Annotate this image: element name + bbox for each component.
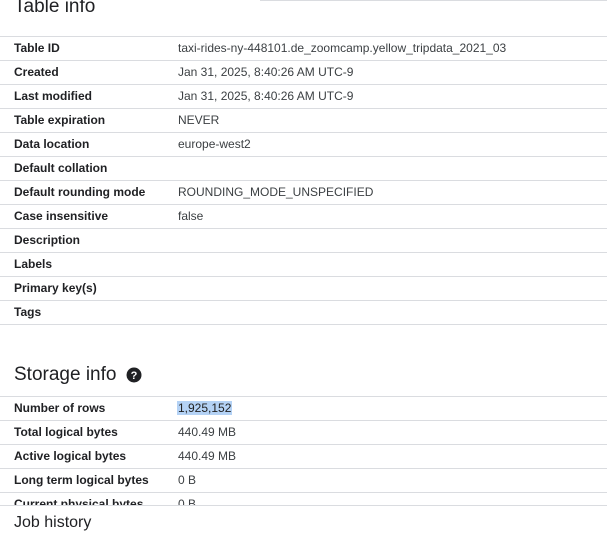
top-divider <box>260 0 607 1</box>
row-label: Default rounding mode <box>14 185 146 199</box>
row-label: Current physical bytes <box>14 497 144 505</box>
storage-info-table: Number of rows 1,925,152 Total logical byt… <box>0 396 607 505</box>
table-info-table: Table ID taxi-rides-ny-448101.de_zoomcamp… <box>0 36 607 325</box>
table-row: Default rounding mode ROUNDING_MODE_UNSPE… <box>0 180 607 204</box>
table-row: Current physical bytes 0 B <box>0 492 607 505</box>
row-label: Primary key(s) <box>14 281 97 295</box>
row-label: Created <box>14 65 59 79</box>
table-row: Active logical bytes 440.49 MB <box>0 444 607 468</box>
table-row: Data location europe-west2 <box>0 132 607 156</box>
row-label: Number of rows <box>14 401 106 415</box>
row-value: Jan 31, 2025, 8:40:26 AM UTC-9 <box>178 65 354 79</box>
row-label: Description <box>14 233 81 247</box>
row-label: Long term logical bytes <box>14 473 149 487</box>
table-row: Labels <box>0 252 607 276</box>
table-row: Number of rows 1,925,152 <box>0 396 607 420</box>
details-scroll-area[interactable]: Table info Table ID taxi-rides-ny-448101.… <box>0 0 607 505</box>
storage-info-header: Storage info ? <box>14 362 142 388</box>
table-row: Description <box>0 228 607 252</box>
storage-info-title: Storage info <box>14 364 117 385</box>
table-row: Total logical bytes 440.49 MB <box>0 420 607 444</box>
table-row: Table ID taxi-rides-ny-448101.de_zoomcamp… <box>0 36 607 60</box>
table-row: Last modified Jan 31, 2025, 8:40:26 AM UT… <box>0 84 607 108</box>
row-value: europe-west2 <box>178 137 251 151</box>
row-label: Active logical bytes <box>14 449 127 463</box>
row-label: Labels <box>14 257 53 271</box>
row-label: Table ID <box>14 41 60 55</box>
table-row: Default collation <box>0 156 607 180</box>
job-history-section[interactable]: Job history <box>0 505 607 544</box>
table-row: Case insensitive false <box>0 204 607 228</box>
row-value: Jan 31, 2025, 8:40:26 AM UTC-9 <box>178 89 354 103</box>
row-label: Tags <box>14 305 42 319</box>
row-value: 440.49 MB <box>178 425 237 439</box>
row-label: Case insensitive <box>14 209 109 223</box>
row-value: 0 B <box>178 473 197 487</box>
svg-text:?: ? <box>131 370 138 382</box>
table-row: Table expiration NEVER <box>0 108 607 132</box>
table-row: Created Jan 31, 2025, 8:40:26 AM UTC-9 <box>0 60 607 84</box>
row-label: Default collation <box>14 161 108 175</box>
table-row: Primary key(s) <box>0 276 607 300</box>
row-value: 1,925,152 <box>177 401 233 415</box>
help-circle-icon[interactable]: ? <box>126 367 142 383</box>
row-value: false <box>178 209 204 223</box>
row-value: taxi-rides-ny-448101.de_zoomcamp.yellow_… <box>178 41 507 55</box>
row-label: Data location <box>14 137 90 151</box>
row-value: NEVER <box>178 113 220 127</box>
row-value: 0 B <box>178 497 197 505</box>
row-label: Table expiration <box>14 113 106 127</box>
job-history-title[interactable]: Job history <box>14 514 91 532</box>
row-label: Last modified <box>14 89 93 103</box>
table-row: Tags <box>0 300 607 325</box>
row-label: Total logical bytes <box>14 425 118 439</box>
table-info-title: Table info <box>14 0 96 17</box>
table-row: Long term logical bytes 0 B <box>0 468 607 492</box>
row-value: 440.49 MB <box>178 449 237 463</box>
row-value: ROUNDING_MODE_UNSPECIFIED <box>178 185 374 199</box>
